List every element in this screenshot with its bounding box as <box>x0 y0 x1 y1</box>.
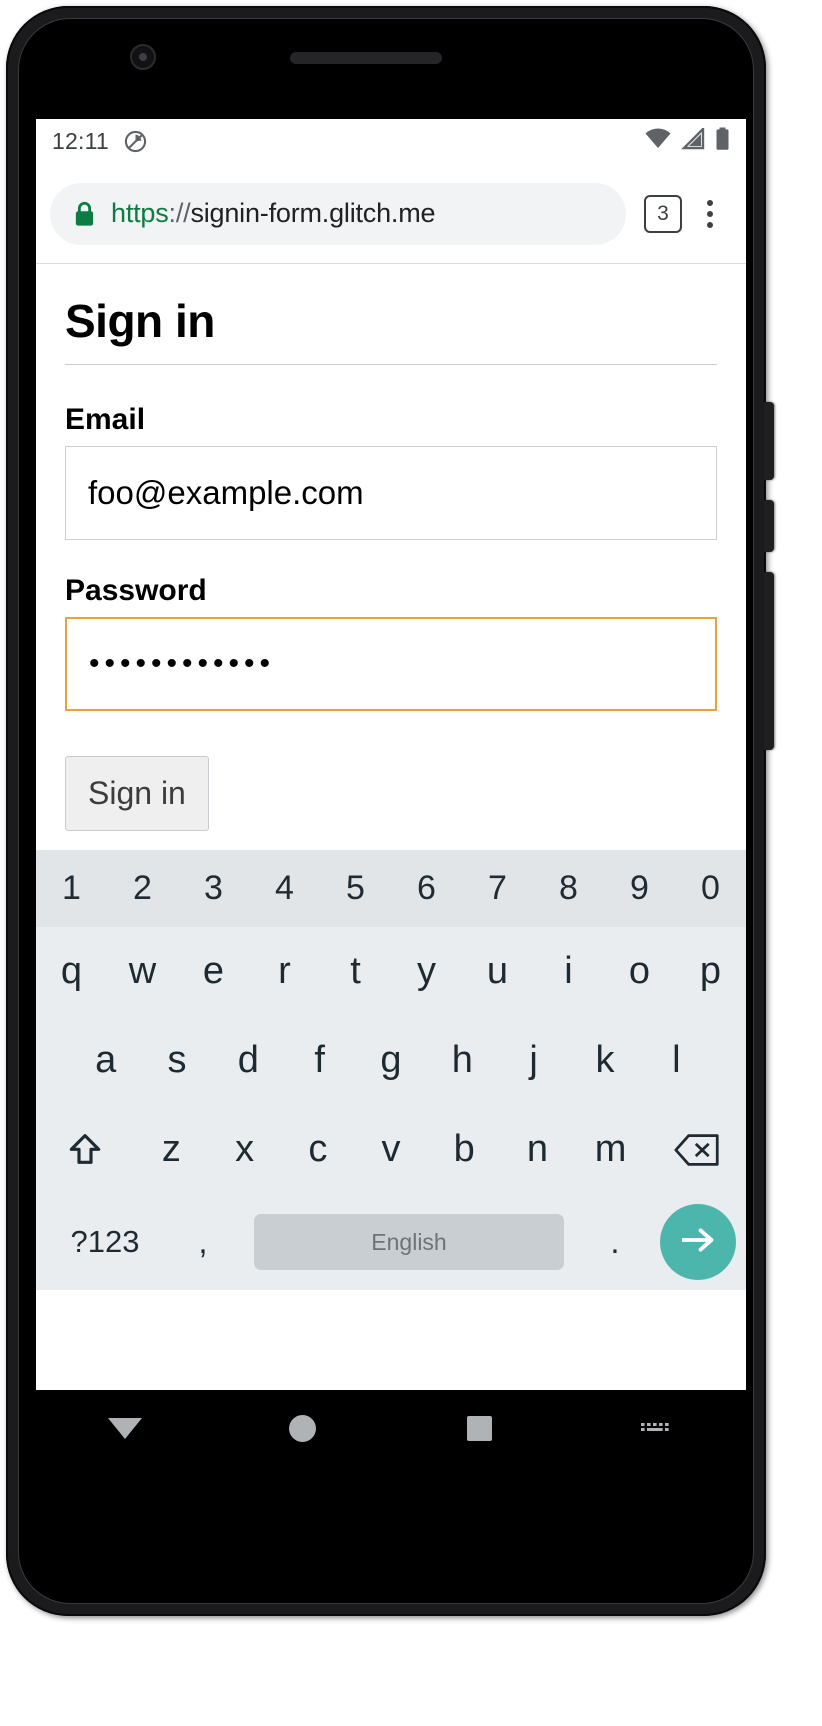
key-z[interactable]: z <box>135 1105 208 1194</box>
key-7[interactable]: 7 <box>462 850 533 927</box>
key-n[interactable]: n <box>501 1105 574 1194</box>
key-c[interactable]: c <box>281 1105 354 1194</box>
key-k[interactable]: k <box>569 1016 640 1105</box>
status-clock: 12:11 <box>52 128 109 154</box>
url-host: signin-form.glitch.me <box>190 198 436 228</box>
nav-keyboard-button[interactable] <box>612 1398 702 1458</box>
key-q[interactable]: q <box>36 927 107 1016</box>
key-1[interactable]: 1 <box>36 850 107 927</box>
key-j[interactable]: j <box>498 1016 569 1105</box>
key-h[interactable]: h <box>427 1016 498 1105</box>
keyboard-number-row: 1 2 3 4 5 6 7 8 9 0 <box>36 850 746 927</box>
comma-key[interactable]: , <box>164 1223 242 1261</box>
key-4[interactable]: 4 <box>249 850 320 927</box>
key-u[interactable]: u <box>462 927 533 1016</box>
sign-in-button[interactable]: Sign in <box>65 756 209 831</box>
earpiece-speaker <box>290 52 442 64</box>
page-title-divider: Sign in <box>65 294 717 365</box>
key-v[interactable]: v <box>354 1105 427 1194</box>
key-i[interactable]: i <box>533 927 604 1016</box>
key-p[interactable]: p <box>675 927 746 1016</box>
submit-row: Sign in <box>65 756 717 831</box>
signin-page: Sign in Email foo@example.com Password •… <box>36 264 746 850</box>
key-d[interactable]: d <box>213 1016 284 1105</box>
browser-toolbar: https://signin-form.glitch.me 3 <box>36 164 746 264</box>
tab-switcher-button[interactable]: 3 <box>644 194 682 233</box>
wifi-icon <box>644 128 672 155</box>
phone-screen: 12:11 https://signin-form.glitch.me 3 Si… <box>36 119 746 1390</box>
key-f[interactable]: f <box>284 1016 355 1105</box>
recents-square-icon <box>467 1415 493 1441</box>
email-value: foo@example.com <box>88 474 364 511</box>
key-l[interactable]: l <box>641 1016 712 1105</box>
password-value: •••••••••••• <box>89 647 276 680</box>
address-bar[interactable]: https://signin-form.glitch.me <box>50 182 626 245</box>
key-b[interactable]: b <box>428 1105 501 1194</box>
password-input[interactable]: •••••••••••• <box>65 617 717 711</box>
arrow-right-icon <box>677 1224 719 1261</box>
status-bar: 12:11 <box>36 119 746 164</box>
keyboard-icon <box>640 1415 674 1442</box>
signal-icon <box>681 126 706 155</box>
key-a[interactable]: a <box>70 1016 141 1105</box>
keyboard-row-zxcv: z x c v b n m <box>36 1105 746 1194</box>
shift-arrow-icon[interactable] <box>36 1105 135 1194</box>
key-y[interactable]: y <box>391 927 462 1016</box>
key-s[interactable]: s <box>141 1016 212 1105</box>
page-title: Sign in <box>65 295 215 347</box>
period-key[interactable]: . <box>576 1223 654 1261</box>
url-text: https://signin-form.glitch.me <box>111 198 436 229</box>
space-key-label: English <box>371 1228 447 1255</box>
tab-count-label: 3 <box>657 201 669 225</box>
password-label: Password <box>65 574 207 607</box>
key-t[interactable]: t <box>320 927 391 1016</box>
space-key[interactable]: English <box>254 1214 564 1270</box>
back-triangle-icon <box>107 1417 142 1439</box>
home-circle-icon <box>288 1414 316 1442</box>
key-2[interactable]: 2 <box>107 850 178 927</box>
key-0[interactable]: 0 <box>675 850 746 927</box>
screenshot-stage: 12:11 https://signin-form.glitch.me 3 Si… <box>0 0 822 1726</box>
volume-down-button[interactable] <box>764 572 774 750</box>
email-input[interactable]: foo@example.com <box>65 446 717 540</box>
volume-up-button[interactable] <box>764 500 774 552</box>
key-6[interactable]: 6 <box>391 850 462 927</box>
power-button[interactable] <box>764 402 774 480</box>
keyboard-bottom-row: ?123 , English . <box>36 1194 746 1290</box>
email-label: Email <box>65 403 146 436</box>
key-r[interactable]: r <box>249 927 320 1016</box>
key-g[interactable]: g <box>355 1016 426 1105</box>
do-not-disturb-icon <box>123 129 148 154</box>
more-vertical-icon[interactable] <box>688 192 732 236</box>
nav-recents-button[interactable] <box>435 1398 525 1458</box>
front-camera <box>130 44 156 70</box>
nav-home-button[interactable] <box>257 1398 347 1458</box>
keyboard-row-qwerty: q w e r t y u i o p <box>36 927 746 1016</box>
battery-icon <box>715 127 730 156</box>
android-nav-bar <box>36 1390 746 1466</box>
backspace-icon[interactable] <box>647 1105 746 1194</box>
key-e[interactable]: e <box>178 927 249 1016</box>
enter-key[interactable] <box>660 1204 736 1280</box>
key-w[interactable]: w <box>107 927 178 1016</box>
key-5[interactable]: 5 <box>320 850 391 927</box>
url-scheme: https <box>111 198 169 228</box>
keyboard-row-asdf: a s d f g h j k l <box>36 1016 746 1105</box>
key-8[interactable]: 8 <box>533 850 604 927</box>
nav-back-button[interactable] <box>80 1398 170 1458</box>
lock-icon <box>72 200 97 228</box>
key-o[interactable]: o <box>604 927 675 1016</box>
key-x[interactable]: x <box>208 1105 281 1194</box>
key-3[interactable]: 3 <box>178 850 249 927</box>
field-spacer <box>65 540 717 574</box>
status-icons <box>644 126 730 156</box>
key-m[interactable]: m <box>574 1105 647 1194</box>
key-9[interactable]: 9 <box>604 850 675 927</box>
virtual-keyboard: 1 2 3 4 5 6 7 8 9 0 q w e r t y u i o p … <box>36 850 746 1290</box>
symbols-key[interactable]: ?123 <box>46 1224 164 1260</box>
sign-in-button-label: Sign in <box>88 775 186 811</box>
url-separator: :// <box>168 198 191 228</box>
